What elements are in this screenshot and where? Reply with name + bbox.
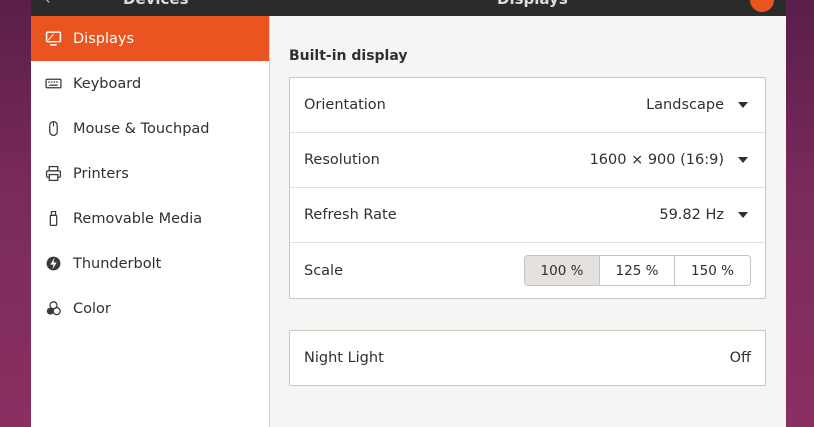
resolution-dropdown[interactable]: 1600 × 900 (16:9)	[590, 152, 751, 168]
sidebar-item-printers[interactable]: Printers	[31, 151, 269, 196]
close-button[interactable]	[750, 0, 774, 12]
sidebar-item-label: Keyboard	[73, 75, 142, 92]
resolution-row[interactable]: Resolution 1600 × 900 (16:9)	[290, 133, 765, 188]
resolution-value: 1600 × 900 (16:9)	[589, 152, 724, 168]
chevron-down-icon	[738, 102, 748, 108]
sidebar-item-removable-media[interactable]: Removable Media	[31, 196, 269, 241]
printer-icon	[45, 165, 62, 182]
chevron-down-icon	[738, 157, 748, 163]
orientation-dropdown[interactable]: Landscape	[646, 97, 751, 113]
removable-media-icon	[45, 210, 62, 227]
sidebar-item-label: Displays	[73, 30, 135, 47]
refresh-rate-dropdown[interactable]: 59.82 Hz	[659, 207, 751, 223]
sidebar-item-thunderbolt[interactable]: Thunderbolt	[31, 241, 269, 286]
sidebar: Displays Keyboard Mouse & Touchpad Print…	[31, 16, 270, 427]
keyboard-icon	[45, 75, 62, 92]
refresh-rate-label: Refresh Rate	[304, 207, 397, 223]
main-panel: Built-in display Orientation Landscape R…	[271, 16, 786, 427]
display-icon	[45, 30, 62, 47]
window-title: Displays	[497, 0, 568, 8]
orientation-row[interactable]: Orientation Landscape	[290, 78, 765, 133]
sidebar-item-label: Mouse & Touchpad	[73, 120, 210, 137]
scale-label: Scale	[304, 262, 344, 279]
sidebar-item-label: Printers	[73, 165, 129, 182]
night-light-row[interactable]: Night Light Off	[289, 330, 766, 386]
sidebar-item-mouse-touchpad[interactable]: Mouse & Touchpad	[31, 106, 269, 151]
refresh-rate-value: 59.82 Hz	[659, 207, 724, 223]
scale-row: Scale 100 % 125 % 150 %	[290, 243, 765, 298]
display-settings-list: Orientation Landscape Resolution 1600 × …	[289, 77, 766, 299]
sidebar-item-label: Removable Media	[73, 210, 203, 227]
headerbar: ‹ Devices Displays	[31, 0, 786, 16]
sidebar-title: Devices	[123, 0, 189, 8]
sidebar-item-label: Thunderbolt	[73, 255, 162, 272]
night-light-label: Night Light	[304, 350, 384, 366]
thunderbolt-icon	[45, 255, 62, 272]
sidebar-item-label: Color	[73, 300, 111, 317]
resolution-label: Resolution	[304, 152, 380, 168]
orientation-value: Landscape	[646, 97, 724, 113]
refresh-rate-row[interactable]: Refresh Rate 59.82 Hz	[290, 188, 765, 243]
orientation-label: Orientation	[304, 97, 386, 113]
settings-window: ‹ Devices Displays Displays Keyboard Mou…	[31, 0, 786, 427]
back-button[interactable]: ‹	[45, 0, 51, 8]
scale-button-group: 100 % 125 % 150 %	[524, 255, 751, 286]
sidebar-item-keyboard[interactable]: Keyboard	[31, 61, 269, 106]
sidebar-item-color[interactable]: Color	[31, 286, 269, 331]
mouse-icon	[45, 120, 62, 137]
section-title: Built-in display	[289, 48, 408, 64]
color-icon	[45, 300, 62, 317]
chevron-down-icon	[738, 212, 748, 218]
scale-125-button[interactable]: 125 %	[600, 256, 675, 285]
scale-150-button[interactable]: 150 %	[675, 256, 750, 285]
sidebar-item-displays[interactable]: Displays	[31, 16, 269, 61]
night-light-status: Off	[729, 350, 751, 366]
scale-100-button[interactable]: 100 %	[525, 256, 600, 285]
